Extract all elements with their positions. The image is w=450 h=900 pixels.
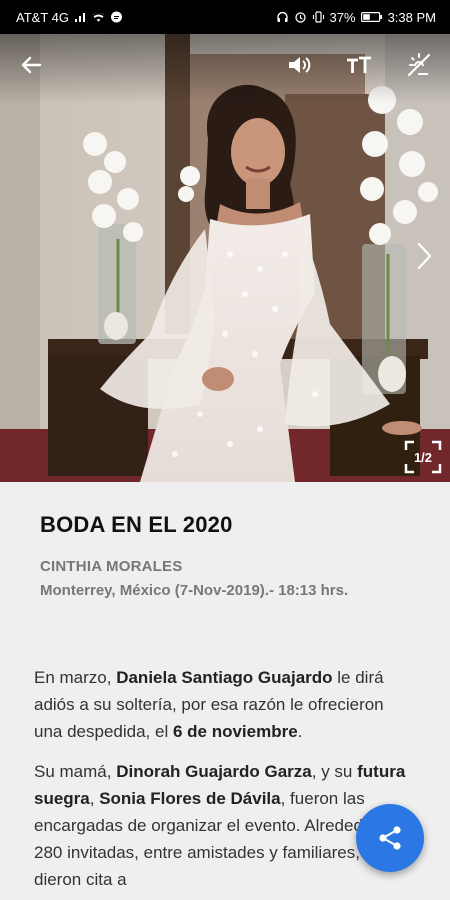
notification-icon [110,11,122,23]
article-dateline: Monterrey, México (7-Nov-2019).- 18:13 h… [40,582,349,599]
battery-icon [360,12,382,23]
volume-icon [289,57,311,73]
chevron-right-icon [417,242,432,270]
article-author: CINTHIA MORALES [40,558,183,575]
no-light-icon [407,53,431,77]
back-button[interactable] [14,48,48,82]
alarm-icon [294,12,306,23]
text-size-icon [347,56,371,73]
article-paragraph: En marzo, Daniela Santiago Guajardo le d… [34,668,384,741]
text-size-button[interactable] [342,48,376,82]
vibrate-icon [312,11,324,23]
article-title: BODA EN EL 2020 [40,512,233,537]
signal-icon [74,13,85,22]
next-photo-button[interactable] [412,239,438,273]
arrow-left-icon [21,56,42,74]
audio-button[interactable] [283,48,317,82]
wifi-icon [92,13,105,22]
article-paragraph: Su mamá, Dinorah Guajardo Garza, y su fu… [34,762,406,889]
status-bar: AT&T 4G 37% 3:38 PM [0,0,450,34]
photo-counter[interactable]: 1/2 [404,440,442,474]
battery-percent: 37% [329,9,356,25]
photo-gallery[interactable]: 1/2 [0,34,450,482]
article: BODA EN EL 2020 CINTHIA MORALES Monterre… [0,482,450,900]
carrier-label: AT&T 4G [16,9,69,25]
lights-button[interactable] [402,48,436,82]
clock: 3:38 PM [387,9,436,25]
share-button[interactable] [356,804,424,872]
share-icon [379,826,401,850]
article-body: En marzo, Daniela Santiago Guajardo le d… [34,664,406,900]
fullscreen-icon [404,440,442,474]
headphones-icon [276,11,288,22]
